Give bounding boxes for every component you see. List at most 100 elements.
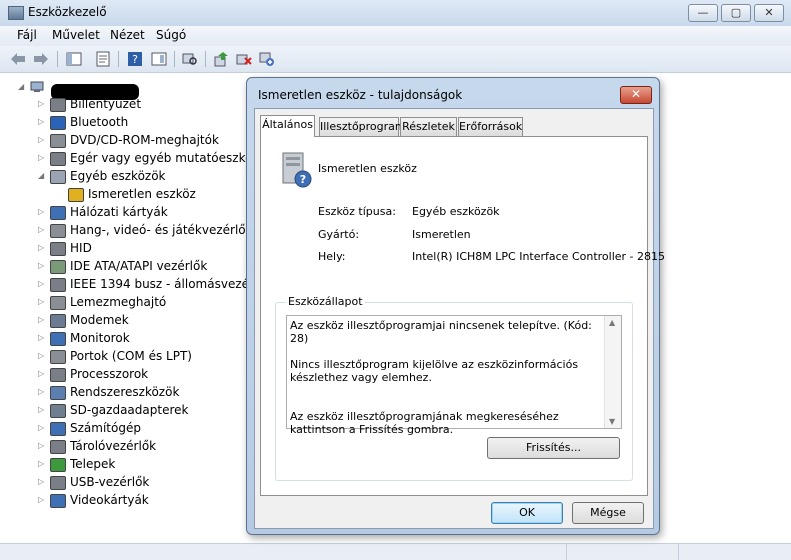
expand-arrow-icon[interactable]: ▷ <box>38 149 48 167</box>
expand-arrow-icon[interactable]: ▷ <box>38 293 48 311</box>
menu-action[interactable]: Művelet <box>52 28 100 42</box>
tree-item-label: Videokártyák <box>70 493 149 507</box>
expand-arrow-icon[interactable]: ▷ <box>38 401 48 419</box>
expand-arrow-icon[interactable]: ▷ <box>38 383 48 401</box>
forward-arrow-icon[interactable] <box>33 51 49 67</box>
expand-arrow-icon[interactable]: ▷ <box>38 95 48 113</box>
tree-item-label: Ismeretlen eszköz <box>88 187 196 201</box>
device-status-label: Eszközállapot <box>286 295 365 308</box>
dialog-title: Ismeretlen eszköz - tulajdonságok <box>258 88 463 102</box>
dialog-body: Általános Illesztőprogram Részletek Erőf… <box>254 108 665 529</box>
help-icon[interactable]: ? <box>127 51 143 67</box>
toolbar: ? <box>0 46 791 73</box>
expand-arrow-icon[interactable]: ▷ <box>38 419 48 437</box>
scroll-up-icon[interactable]: ▲ <box>609 318 615 327</box>
tree-item-label: Hang-, videó- és játékvezérlők <box>70 223 253 237</box>
tree-item-label: Számítógép <box>70 421 141 435</box>
expand-arrow-icon[interactable]: ▷ <box>38 437 48 455</box>
menu-view[interactable]: Nézet <box>110 28 145 42</box>
update-driver-icon[interactable] <box>213 51 229 67</box>
tree-item-label: IEEE 1394 busz - állomásvezérlő <box>70 277 265 291</box>
tree-item-label: Egyéb eszközök <box>70 169 166 183</box>
menu-file[interactable]: Fájl <box>17 28 37 42</box>
expand-arrow-icon[interactable]: ▷ <box>38 365 48 383</box>
expand-arrow-icon[interactable]: ▷ <box>38 113 48 131</box>
back-arrow-icon[interactable] <box>10 51 26 67</box>
tree-item-label: Hálózati kártyák <box>70 205 168 219</box>
tree-item-label: Processzorok <box>70 367 149 381</box>
sound-icon <box>50 224 66 238</box>
keyboard-icon <box>50 98 66 112</box>
minimize-button[interactable]: — <box>688 4 718 22</box>
expand-arrow-icon[interactable]: ▷ <box>38 221 48 239</box>
monitor-icon <box>50 332 66 346</box>
menu-help[interactable]: Súgó <box>156 28 186 42</box>
dialog-close-button[interactable]: ✕ <box>620 86 652 104</box>
mouse-icon <box>50 152 66 166</box>
tree-item-label: DVD/CD-ROM-meghajtók <box>70 133 219 147</box>
expand-arrow-icon[interactable]: ▷ <box>38 257 48 275</box>
properties-dialog: Ismeretlen eszköz - tulajdonságok ✕ Álta… <box>246 77 665 535</box>
general-tab-panel: ? Ismeretlen eszköz Eszköz típusa: Egyéb… <box>260 136 665 496</box>
cancel-button[interactable]: Mégse <box>572 502 644 524</box>
status-line: Nincs illesztőprogram kijelölve az eszkö… <box>290 358 579 384</box>
expand-arrow-icon[interactable]: ▷ <box>38 347 48 365</box>
tab-resources[interactable]: Erőforrások <box>458 117 523 136</box>
expand-arrow-icon[interactable]: ▷ <box>38 275 48 293</box>
expand-arrow-icon[interactable]: ▷ <box>38 131 48 149</box>
manufacturer-label: Gyártó: <box>318 228 360 241</box>
collapse-arrow-icon[interactable]: ◢ <box>18 78 28 96</box>
disk-drive-icon <box>50 296 66 310</box>
computer-icon <box>50 422 66 436</box>
close-icon: ✕ <box>630 87 642 101</box>
status-line: Az eszköz illesztőprogramjának megkeresé… <box>290 410 559 436</box>
usb-icon <box>50 476 66 490</box>
unknown-device-icon: ? <box>282 152 312 188</box>
expand-arrow-icon[interactable]: ▷ <box>38 455 48 473</box>
expand-arrow-icon[interactable]: ▷ <box>38 473 48 491</box>
device-type-value: Egyéb eszközök <box>412 205 500 218</box>
tab-details[interactable]: Részletek <box>400 117 457 136</box>
tree-item-label: HID <box>70 241 92 255</box>
expand-arrow-icon[interactable]: ▷ <box>38 329 48 347</box>
device-type-label: Eszköz típusa: <box>318 205 396 218</box>
tree-item-label: USB-vezérlők <box>70 475 150 489</box>
expand-arrow-icon[interactable]: ▷ <box>38 311 48 329</box>
tree-item-label: Monitorok <box>70 331 130 345</box>
port-icon <box>50 350 66 364</box>
processor-icon <box>50 368 66 382</box>
tree-item-label: Rendszereszközök <box>70 385 180 399</box>
system-devices-icon <box>50 386 66 400</box>
tree-item-label: Modemek <box>70 313 129 327</box>
bluetooth-icon <box>50 116 66 130</box>
location-label: Hely: <box>318 250 346 263</box>
uninstall-icon[interactable] <box>236 51 252 67</box>
scan-hardware-icon[interactable] <box>182 51 198 67</box>
device-status-textbox[interactable]: Az eszköz illesztőprogramjai nincsenek t… <box>286 315 622 436</box>
expand-arrow-icon[interactable]: ▷ <box>38 203 48 221</box>
scroll-down-icon[interactable]: ▼ <box>609 417 615 426</box>
tab-driver[interactable]: Illesztőprogram <box>319 117 406 136</box>
device-status-group: Eszközállapot Az eszköz illesztőprogramj… <box>275 295 633 481</box>
menu-bar: Fájl Művelet Nézet Súgó <box>0 26 791 46</box>
status-line: Az eszköz illesztőprogramjai nincsenek t… <box>290 319 592 345</box>
show-hide-tree-icon[interactable] <box>66 51 82 67</box>
tab-general[interactable]: Általános <box>260 115 315 137</box>
disable-device-icon[interactable] <box>259 51 275 67</box>
properties-icon[interactable] <box>95 51 111 67</box>
close-button[interactable]: ✕ <box>754 4 784 22</box>
device-name: Ismeretlen eszköz <box>318 162 417 175</box>
status-scrollbar[interactable]: ▲ ▼ <box>604 316 621 428</box>
display-adapter-icon <box>50 494 66 508</box>
collapse-arrow-icon[interactable]: ◢ <box>38 167 48 185</box>
refresh-button[interactable]: Frissítés... <box>487 437 620 459</box>
expand-arrow-icon[interactable]: ▷ <box>38 491 48 509</box>
svg-text:?: ? <box>300 173 306 186</box>
window-title: Eszközkezelő <box>28 5 107 19</box>
view-icon[interactable] <box>151 51 167 67</box>
ok-button[interactable]: OK <box>491 502 563 524</box>
maximize-button[interactable]: ▢ <box>721 4 751 22</box>
tree-item-label: Telepek <box>70 457 116 471</box>
location-value: Intel(R) ICH8M LPC Interface Controller … <box>412 250 666 263</box>
expand-arrow-icon[interactable]: ▷ <box>38 239 48 257</box>
